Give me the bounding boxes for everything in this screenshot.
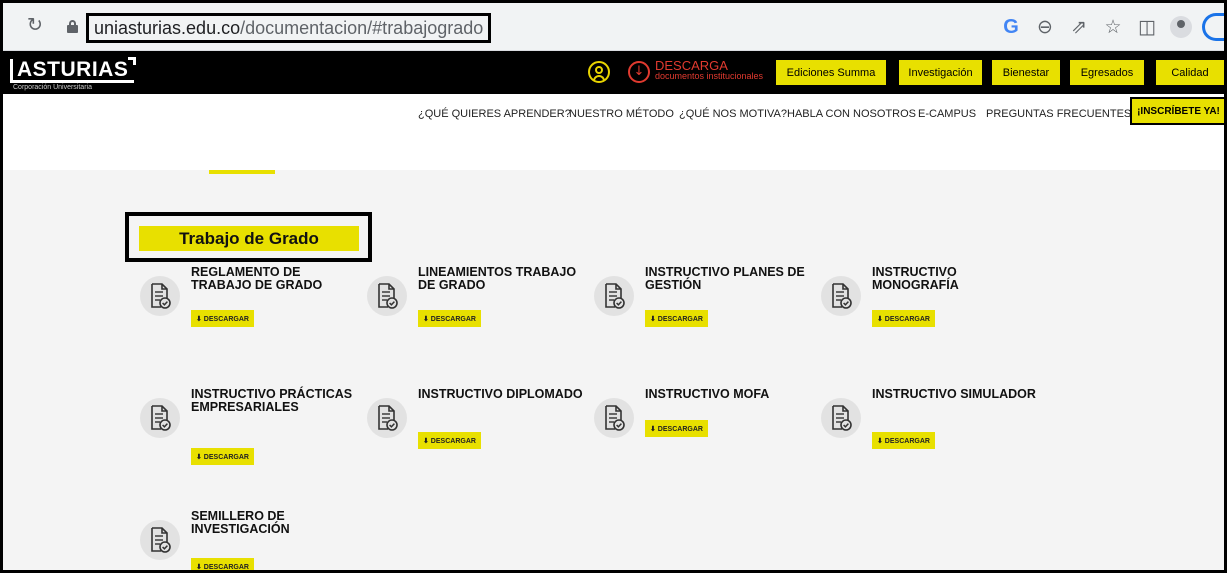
document-title: INSTRUCTIVO MOFA: [645, 387, 770, 401]
document-title: INSTRUCTIVO PLANES DE GESTIÓN: [645, 265, 805, 292]
download-button[interactable]: ⬇ DESCARGAR: [872, 310, 935, 327]
document-icon: [821, 398, 861, 438]
section-title: Trabajo de Grado: [139, 226, 359, 251]
lock-icon[interactable]: [67, 20, 78, 33]
inscribete-button[interactable]: ¡INSCRÍBETE YA!: [1130, 97, 1224, 125]
profile-icon[interactable]: [1170, 16, 1192, 38]
download-button[interactable]: ⬇ DESCARGAR: [191, 310, 254, 327]
document-icon: [140, 276, 180, 316]
logo-text: ASTURIAS: [17, 58, 129, 81]
document-check-icon: [151, 405, 171, 431]
document-icon: [594, 276, 634, 316]
bienestar-button[interactable]: Bienestar: [991, 59, 1061, 86]
document-check-icon: [832, 405, 852, 431]
nav-nuestro-metodo[interactable]: NUESTRO MÉTODO: [569, 108, 674, 120]
download-button[interactable]: ⬇ DESCARGAR: [418, 432, 481, 449]
nav-que-quieres-aprender[interactable]: ¿QUÉ QUIERES APRENDER?: [418, 108, 571, 120]
document-check-icon: [378, 283, 398, 309]
download-icon[interactable]: ↓: [628, 61, 650, 83]
download-button[interactable]: ⬇ DESCARGAR: [645, 420, 708, 437]
nav-preguntas-frecuentes[interactable]: PREGUNTAS FRECUENTES: [986, 108, 1131, 120]
share-icon[interactable]: ⇗: [1062, 16, 1096, 38]
download-button[interactable]: ⬇ DESCARGAR: [872, 432, 935, 449]
nav-habla-con-nosotros[interactable]: HABLA CON NOSOTROS: [787, 108, 916, 120]
document-title: INSTRUCTIVO DIPLOMADO: [418, 387, 583, 401]
download-documents-link[interactable]: DESCARGA documentos institucionales: [655, 59, 763, 81]
document-icon: [367, 276, 407, 316]
url-domain: uniasturias.edu.co: [94, 18, 241, 38]
document-icon: [594, 398, 634, 438]
document-icon: [367, 398, 407, 438]
document-check-icon: [605, 405, 625, 431]
document-check-icon: [151, 283, 171, 309]
user-icon[interactable]: [588, 61, 610, 83]
document-title: INSTRUCTIVO SIMULADOR: [872, 387, 1036, 401]
nav-e-campus[interactable]: E-CAMPUS: [918, 108, 976, 120]
url-path: /documentacion/#trabajogrado: [240, 18, 484, 38]
accent-bar: [209, 170, 275, 174]
document-check-icon: [832, 283, 852, 309]
zoom-icon[interactable]: ⊖: [1028, 16, 1062, 38]
document-check-icon: [378, 405, 398, 431]
documents-section: Trabajo de Grado REGLAMENTO DE TRABAJO D…: [3, 170, 1224, 570]
browser-actions: G ⊖ ⇗ ☆ ◫: [994, 13, 1224, 41]
document-title: INSTRUCTIVO PRÁCTICAS EMPRESARIALES: [191, 387, 353, 414]
logo-subtitle: Corporación Universitaria: [13, 84, 92, 91]
nav-que-nos-motiva[interactable]: ¿QUÉ NOS MOTIVA?: [679, 108, 787, 120]
download-button[interactable]: ⬇ DESCARGAR: [418, 310, 481, 327]
download-subtitle: documentos institucionales: [655, 71, 764, 81]
extension-icon[interactable]: [1202, 13, 1224, 41]
investigacion-button[interactable]: Investigación: [898, 59, 983, 86]
reload-icon[interactable]: ↻: [27, 14, 43, 36]
address-bar[interactable]: uniasturias.edu.co/documentacion/#trabaj…: [86, 13, 492, 43]
site-logo[interactable]: ASTURIAS Corporación Universitaria: [10, 57, 137, 91]
document-check-icon: [151, 527, 171, 553]
main-nav: ¿QUÉ QUIERES APRENDER? NUESTRO MÉTODO ¿Q…: [3, 94, 1224, 172]
star-icon[interactable]: ☆: [1096, 16, 1130, 38]
egresados-button[interactable]: Egresados: [1069, 59, 1145, 86]
document-icon: [821, 276, 861, 316]
sidepanel-icon[interactable]: ◫: [1130, 16, 1164, 38]
google-icon[interactable]: G: [994, 16, 1028, 39]
site-header: ASTURIAS Corporación Universitaria ↓ DES…: [3, 51, 1224, 94]
download-button[interactable]: ⬇ DESCARGAR: [645, 310, 708, 327]
document-title: REGLAMENTO DE TRABAJO DE GRADO: [191, 265, 323, 292]
browser-toolbar: ↻ uniasturias.edu.co/documentacion/#trab…: [3, 3, 1224, 51]
section-highlight-box: Trabajo de Grado: [125, 212, 372, 262]
download-button[interactable]: ⬇ DESCARGAR: [191, 558, 254, 570]
download-button[interactable]: ⬇ DESCARGAR: [191, 448, 254, 465]
document-title: LINEAMIENTOS TRABAJO DE GRADO: [418, 265, 577, 292]
ediciones-summa-button[interactable]: Ediciones Summa: [775, 59, 887, 86]
calidad-button[interactable]: Calidad: [1155, 59, 1224, 86]
document-title: INSTRUCTIVO MONOGRAFÍA: [872, 265, 959, 292]
document-check-icon: [605, 283, 625, 309]
document-icon: [140, 520, 180, 560]
document-icon: [140, 398, 180, 438]
page-frame: ↻ uniasturias.edu.co/documentacion/#trab…: [0, 0, 1227, 573]
document-title: SEMILLERO DE INVESTIGACIÓN: [191, 509, 290, 536]
